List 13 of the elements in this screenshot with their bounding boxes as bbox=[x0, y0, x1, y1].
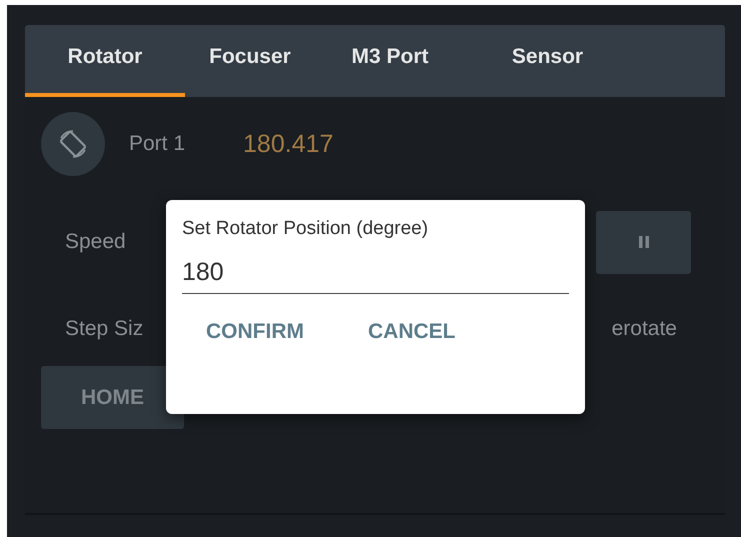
tab[interactable]: Focuser bbox=[185, 25, 315, 97]
pause-icon bbox=[638, 235, 650, 249]
step-size-label: Step Siz bbox=[65, 317, 144, 341]
tab[interactable]: Sensor bbox=[465, 25, 630, 97]
port-label: Port 1 bbox=[129, 132, 186, 156]
tab[interactable]: Rotator bbox=[25, 25, 185, 97]
tab[interactable]: M3 Port bbox=[315, 25, 465, 97]
position-value: 180.417 bbox=[243, 130, 334, 158]
dialog-title: Set Rotator Position (degree) bbox=[182, 218, 430, 240]
confirm-button[interactable]: CONFIRM bbox=[194, 312, 316, 352]
cancel-button[interactable]: CANCEL bbox=[356, 312, 468, 352]
derotate-label: erotate bbox=[612, 317, 677, 341]
speed-label: Speed bbox=[65, 230, 126, 254]
